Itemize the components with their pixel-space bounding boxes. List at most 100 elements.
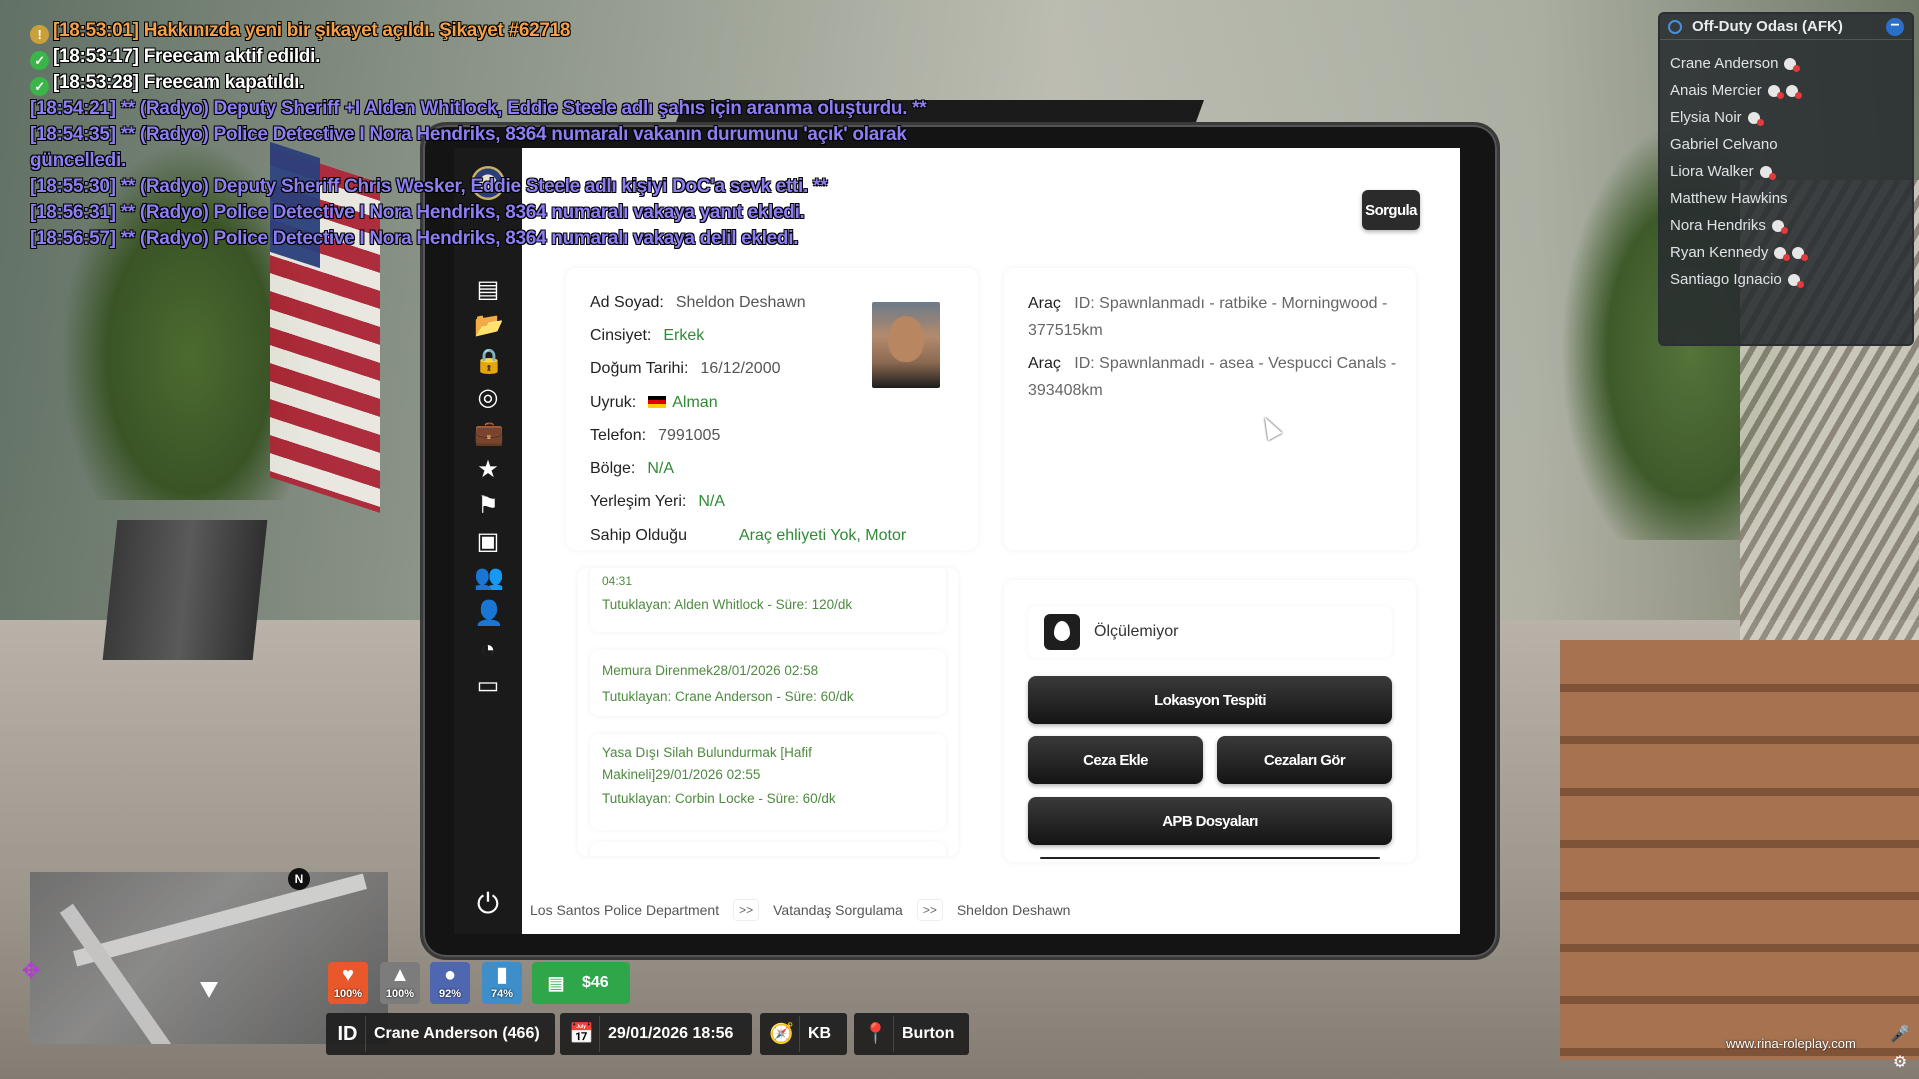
actions-card: Ölçülemiyor Lokasyon Tespiti Ceza Ekle C… [1004, 580, 1416, 862]
profile-row-dob: Doğum Tarihi: 16/12/2000 [590, 360, 781, 377]
afk-member: Gabriel Celvano [1670, 136, 1778, 153]
breadcrumb-separator: >> [916, 899, 943, 921]
star-icon[interactable]: ★ [474, 456, 502, 484]
profile-nationality: Alman [648, 394, 718, 412]
gear-icon: ⚙ [1892, 1054, 1908, 1071]
profile-gender: Erkek [663, 327, 705, 344]
armor-stat: ▲ 100% [380, 962, 420, 1004]
status-tag-icon [1792, 246, 1809, 261]
profile-row-name: Ad Soyad: Sheldon Deshawn [590, 294, 806, 311]
lock-icon[interactable]: 🔒 [474, 348, 504, 376]
minimize-icon[interactable]: − [1886, 17, 1904, 36]
vehicles-card: Araç ID: Spawnlanmadı - ratbike - Mornin… [1004, 268, 1416, 550]
arrest-records-list[interactable]: 04:31 Tutuklayan: Alden Whitlock - Süre:… [578, 568, 958, 856]
player-id-display: ID Crane Anderson (466) [326, 1013, 555, 1055]
profile-row-residence: Yerleşim Yeri: N/A [590, 493, 726, 510]
profile-row-nationality: Uyruk: Alman [590, 394, 718, 412]
gauge-icon[interactable]: ◔ [474, 636, 502, 664]
profile-phone: 7991005 [658, 427, 721, 444]
breadcrumb-item[interactable]: Sheldon Deshawn [957, 902, 1071, 918]
profile-row-owned: Sahip Olduğu Araç ehliyeti Yok, Motor [590, 527, 907, 544]
status-tag-icon [1774, 246, 1791, 261]
location-pin-icon [1044, 614, 1080, 650]
plant-pot-left [102, 520, 268, 660]
view-fines-button[interactable]: Cezaları Gör [1217, 736, 1392, 784]
chat-line: [18:54:21] ** (Radyo) Deputy Sheriff +I … [30, 98, 927, 119]
minimap-north-indicator: N [288, 868, 310, 890]
id-icon: ID [330, 1016, 366, 1052]
status-tag-icon [1784, 57, 1801, 72]
thirst-stat: ▮ 74% [482, 962, 522, 1004]
citizen-portrait [872, 302, 940, 388]
globe-icon [1668, 19, 1682, 34]
chat-line: [18:54:35] ** (Radyo) Police Detective I… [30, 124, 907, 171]
vehicle-entry[interactable]: Araç ID: Spawnlanmadı - asea - Vespucci … [1028, 350, 1398, 404]
user-icon[interactable]: 👤 [474, 600, 504, 628]
afk-member: Crane Anderson [1670, 50, 1902, 77]
users-icon[interactable]: 👥 [474, 564, 504, 592]
arrest-record[interactable] [590, 842, 946, 856]
chat-line: [18:56:31] ** (Radyo) Police Detective I… [30, 202, 805, 223]
afk-member: Matthew Hawkins [1670, 190, 1788, 207]
afk-member: Nora Hendriks [1670, 212, 1902, 239]
check-icon: ✓ [30, 77, 49, 96]
server-watermark: www.rina-roleplay.com [1726, 1036, 1856, 1051]
afk-room-header: Off-Duty Odası (AFK) − [1660, 14, 1912, 40]
status-tag-icon [1771, 219, 1788, 234]
binoculars-icon[interactable]: ◎ [474, 384, 502, 412]
power-icon[interactable]: ⏻ [472, 888, 504, 920]
citizen-profile-card: Ad Soyad: Sheldon Deshawn Cinsiyet: Erke… [566, 268, 978, 550]
chat-line: [18:55:30] ** (Radyo) Deputy Sheriff Chr… [30, 176, 828, 197]
status-tag-icon [1787, 273, 1804, 288]
profile-owned: Araç ehliyeti Yok, Motor [738, 527, 907, 544]
heading-display: 🧭 KB [760, 1013, 847, 1055]
flag-icon[interactable]: ⚑ [474, 492, 502, 520]
location-trace-button[interactable]: Lokasyon Tespiti [1028, 676, 1392, 724]
arrest-record[interactable]: Memura Direnmek28/01/2026 02:58 Tutuklay… [590, 650, 946, 716]
arrest-record[interactable]: 04:31 Tutuklayan: Alden Whitlock - Süre:… [590, 568, 946, 632]
breadcrumb-item[interactable]: Vatandaş Sorgulama [773, 902, 903, 918]
hunger-stat: ● 92% [430, 962, 470, 1004]
suitcase-icon[interactable]: ▣ [474, 528, 502, 556]
document-icon[interactable]: ▤ [474, 276, 502, 304]
apb-files-button[interactable]: APB Dosyaları [1028, 797, 1392, 845]
status-tag-icon [1767, 84, 1784, 99]
datetime-display: 📅 29/01/2026 18:56 [560, 1013, 752, 1055]
status-tag-icon [1785, 84, 1802, 99]
wallet-icon: ▤ [547, 973, 565, 993]
search-button[interactable]: Sorgula [1362, 190, 1420, 230]
vehicle-entry[interactable]: Araç ID: Spawnlanmadı - ratbike - Mornin… [1028, 290, 1398, 344]
archive-icon[interactable]: ▭ [474, 672, 502, 700]
check-icon: ✓ [30, 51, 49, 70]
map-pin-icon: 📍 [858, 1016, 894, 1052]
profile-residence: N/A [698, 493, 726, 510]
chat-log: ! [18:53:01] Hakkınızda yeni bir şikayet … [30, 18, 970, 252]
add-fine-button[interactable]: Ceza Ekle [1028, 736, 1203, 784]
breadcrumb-separator: >> [733, 899, 760, 921]
profile-dob: 16/12/2000 [700, 360, 781, 377]
status-tag-icon [1759, 165, 1776, 180]
health-stat: ♥ 100% [328, 962, 368, 1004]
shirt-icon: ▲ [390, 964, 410, 986]
heart-icon: ♥ [342, 964, 354, 986]
afk-member-list: Crane Anderson Anais Mercier Elysia Noir Ga… [1660, 40, 1912, 303]
compass-icon: 🧭 [764, 1016, 800, 1052]
status-tag-icon [1747, 111, 1764, 126]
breadcrumb: Los Santos Police Department >> Vatandaş… [530, 898, 1070, 922]
calendar-icon: 📅 [564, 1016, 600, 1052]
profile-name: Sheldon Deshawn [675, 294, 806, 311]
money-display: ▤ $46 [532, 962, 630, 1004]
profile-row-gender: Cinsiyet: Erkek [590, 327, 705, 344]
waypoint-blip-icon: ✥ [21, 958, 41, 983]
breadcrumb-item[interactable]: Los Santos Police Department [530, 902, 719, 918]
briefcase-icon[interactable]: 💼 [474, 420, 504, 448]
background-stairs [1560, 640, 1919, 1060]
germany-flag-icon [648, 396, 667, 408]
afk-member: Anais Mercier [1670, 77, 1902, 104]
food-icon: ● [443, 964, 457, 986]
arrest-record[interactable]: Yasa Dışı Silah Bulundurmak [Hafif Makin… [590, 734, 946, 830]
location-status: Ölçülemiyor [1028, 606, 1392, 658]
folder-icon[interactable]: 📂 [474, 312, 504, 340]
afk-member: Elysia Noir [1670, 104, 1902, 131]
chat-line: ✓ [18:53:28] Freecam kapatıldı. [30, 70, 970, 96]
